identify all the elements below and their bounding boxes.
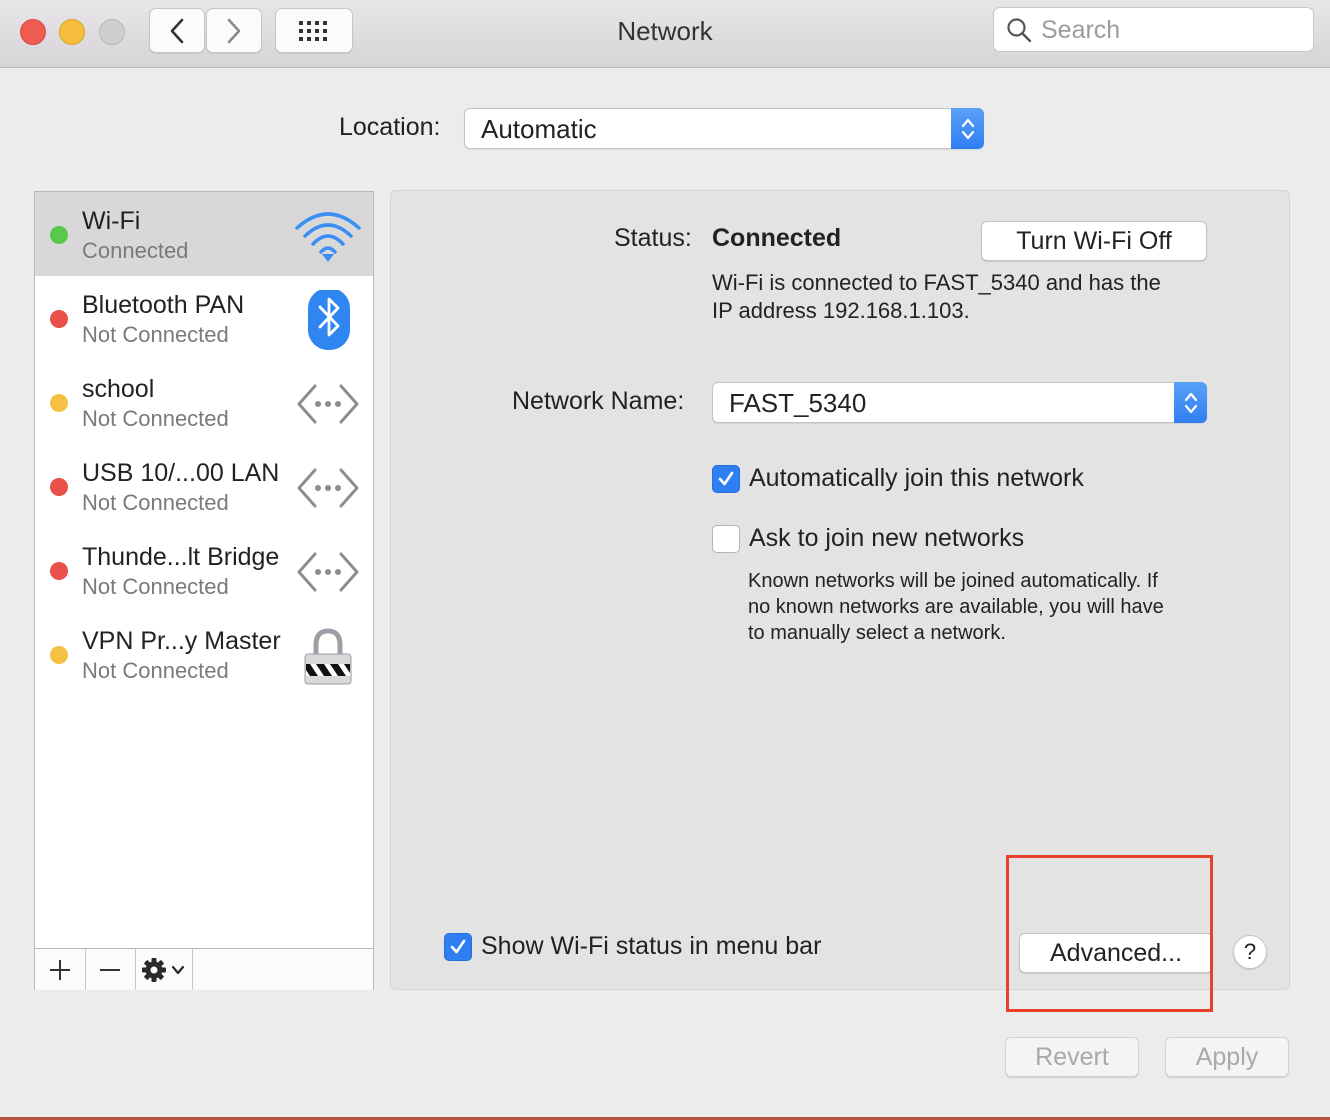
wifi-icon [295,212,361,262]
status-description-line: Wi-Fi is connected to FAST_5340 and has … [712,270,1161,295]
status-description-line: IP address 192.168.1.103. [712,298,970,323]
status-description: Wi-Fi is connected to FAST_5340 and has … [712,269,1161,325]
network-name-label: Network Name: [512,387,685,415]
service-list-toolbar [35,948,373,990]
ethernet-icon [297,552,359,592]
service-status: Not Connected [82,322,229,347]
search-field[interactable]: Search [993,7,1314,52]
gear-icon [141,957,184,982]
status-dot [50,226,68,244]
show-wifi-status-checkbox[interactable] [444,933,472,961]
location-popup[interactable]: Automatic [464,108,984,149]
service-item-thunderbolt-bridge[interactable]: Thunde...lt Bridge Not Connected [35,528,373,612]
service-name: Wi-Fi [82,207,141,235]
service-item-wifi[interactable]: Wi-Fi Connected [35,192,373,276]
service-name: VPN Pr...y Master [82,627,281,655]
status-value: Connected [712,224,842,252]
checkmark-icon [718,471,734,486]
service-status: Not Connected [82,658,229,683]
status-dot [50,394,68,412]
ask-join-note-line: to manually select a network. [748,622,1006,644]
show-wifi-status-label: Show Wi-Fi status in menu bar [481,932,822,960]
status-dot [50,310,68,328]
service-item-bluetooth-pan[interactable]: Bluetooth PAN Not Connected [35,276,373,360]
apply-button[interactable]: Apply [1165,1037,1289,1077]
ask-join-checkbox[interactable] [712,525,740,553]
search-icon [1007,18,1032,43]
network-name-value: FAST_5340 [729,388,867,418]
title-bar: Network Search [0,0,1330,68]
location-label: Location: [339,113,441,141]
service-item-vpn[interactable]: VPN Pr...y Master Not Connected [35,612,373,696]
highlight-box [1006,855,1213,1012]
location-value: Automatic [481,114,597,144]
auto-join-checkbox[interactable] [712,465,740,493]
checkmark-icon [450,939,466,954]
service-status: Not Connected [82,574,229,599]
popup-arrows-icon [1174,382,1207,423]
service-name: USB 10/...00 LAN [82,459,280,487]
service-status: Not Connected [82,406,229,431]
service-status: Not Connected [82,490,229,515]
service-list: Wi-Fi Connected Bluetooth PAN Not Connec… [34,191,374,990]
service-status: Connected [82,238,189,263]
search-placeholder: Search [1041,16,1121,44]
plus-icon [50,959,70,980]
network-name-popup[interactable]: FAST_5340 [712,382,1207,423]
service-name: Thunde...lt Bridge [82,543,280,571]
ask-join-note-line: no known networks are available, you wil… [748,596,1164,618]
status-dot [50,478,68,496]
ask-join-note: Known networks will be joined automatica… [748,568,1164,646]
service-actions-button[interactable] [135,949,193,990]
status-label: Status: [614,224,692,252]
service-item-usb-lan[interactable]: USB 10/...00 LAN Not Connected [35,444,373,528]
status-dot [50,646,68,664]
help-button[interactable]: ? [1233,935,1267,969]
minus-icon [100,968,120,971]
auto-join-label: Automatically join this network [749,464,1084,492]
popup-arrows-icon [951,108,984,149]
turn-wifi-off-button[interactable]: Turn Wi-Fi Off [981,221,1207,261]
status-dot [50,562,68,580]
add-service-button[interactable] [35,949,86,990]
ethernet-icon [297,384,359,424]
service-name: school [82,375,155,403]
service-name: Bluetooth PAN [82,291,245,319]
ethernet-icon [297,468,359,508]
ask-join-note-line: Known networks will be joined automatica… [748,570,1158,592]
ask-join-label: Ask to join new networks [749,524,1025,552]
remove-service-button[interactable] [85,949,136,990]
revert-button[interactable]: Revert [1005,1037,1139,1077]
service-item-school[interactable]: school Not Connected [35,360,373,444]
bluetooth-icon [308,290,350,350]
vpn-lock-icon [304,628,352,685]
